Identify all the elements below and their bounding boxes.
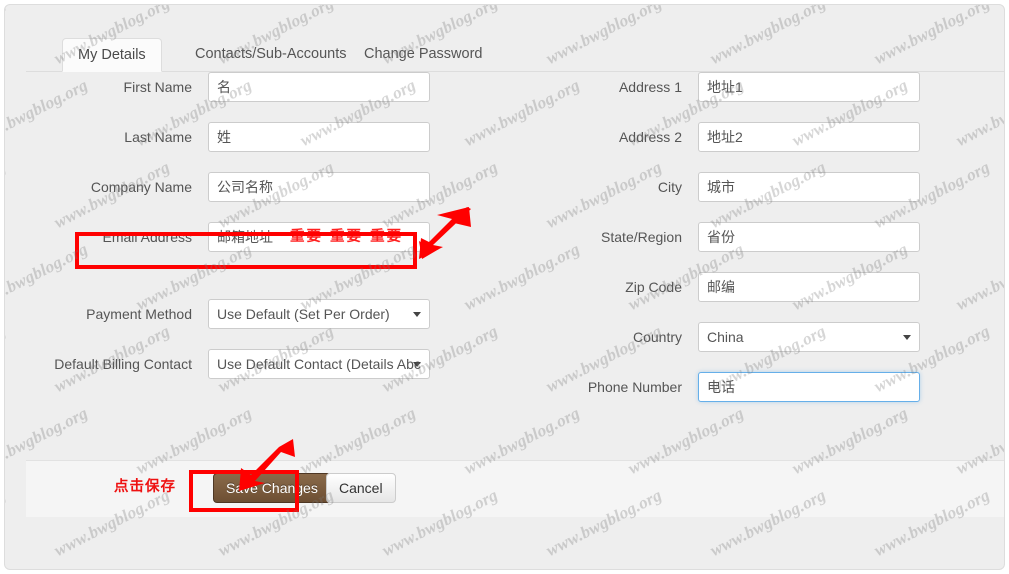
label-city: City [657, 179, 682, 195]
label-phone-number: Phone Number [587, 379, 682, 395]
address-2-input[interactable] [698, 122, 920, 152]
control-address-2 [698, 122, 920, 152]
payment-method-select[interactable]: Use Default (Set Per Order) [208, 299, 430, 329]
account-details-panel: My Details Contacts/Sub-Accounts Change … [4, 4, 1005, 570]
cancel-button[interactable]: Cancel [326, 473, 396, 503]
watermark-text: www.bwgblog.org [297, 567, 419, 569]
field-row-first-name: First Name [26, 72, 466, 102]
tab-change-password-label: Change Password [364, 46, 483, 62]
watermark-text: www.bwgblog.org [461, 567, 583, 569]
control-company-name [208, 172, 430, 202]
payment-method-value: Use Default (Set Per Order) [217, 306, 390, 322]
field-row-last-name: Last Name [26, 122, 466, 152]
company-name-input[interactable] [208, 172, 430, 202]
field-row-payment-method: Payment Method Use Default (Set Per Orde… [26, 299, 466, 329]
default-billing-contact-value: Use Default Contact (Details Abc [217, 356, 421, 372]
save-annotation-text: 点击保存 [114, 479, 176, 495]
watermark-text: www.bwgblog.org [4, 485, 9, 560]
tab-my-details[interactable]: My Details [62, 38, 162, 72]
watermark-text: www.bwgblog.org [4, 4, 9, 68]
chevron-down-icon [903, 335, 911, 340]
field-row-company-name: Company Name [26, 172, 466, 202]
label-last-name: Last Name [124, 129, 192, 145]
default-billing-contact-select[interactable]: Use Default Contact (Details Abc [208, 349, 430, 379]
field-row-email-address: Email Address 重要 重要 重要 [26, 222, 466, 252]
tab-contacts-sub-accounts[interactable]: Contacts/Sub-Accounts [180, 38, 362, 72]
first-name-input[interactable] [208, 72, 430, 102]
screenshot-root: My Details Contacts/Sub-Accounts Change … [0, 0, 1009, 574]
field-row-zip-code: Zip Code [516, 272, 956, 302]
email-address-input[interactable] [208, 222, 430, 252]
city-input[interactable] [698, 172, 920, 202]
label-zip-code: Zip Code [625, 279, 682, 295]
field-row-address-1: Address 1 [516, 72, 956, 102]
field-row-default-billing-contact: Default Billing Contact Use Default Cont… [26, 349, 466, 379]
control-default-billing-contact: Use Default Contact (Details Abc [208, 349, 430, 379]
label-payment-method: Payment Method [86, 306, 192, 322]
label-country: Country [632, 329, 682, 345]
label-address-2: Address 2 [618, 129, 682, 145]
form-footer: 点击保存 Save Changes Cancel [26, 460, 1004, 517]
form-column-left: First Name Last Name Company Name [26, 72, 466, 399]
control-email-address: 重要 重要 重要 [208, 222, 430, 252]
watermark-text: www.bwgblog.org [4, 321, 9, 396]
tab-my-details-label: My Details [78, 47, 146, 63]
label-first-name: First Name [123, 79, 192, 95]
form-column-right: Address 1 Address 2 City [516, 72, 956, 422]
label-address-1: Address 1 [618, 79, 682, 95]
control-first-name [208, 72, 430, 102]
tab-contacts-sub-accounts-label: Contacts/Sub-Accounts [195, 46, 347, 62]
address-1-input[interactable] [698, 72, 920, 102]
control-phone-number [698, 372, 920, 402]
save-changes-label: Save Changes [226, 480, 318, 496]
field-row-country: Country China [516, 322, 956, 352]
control-country: China [698, 322, 920, 352]
phone-number-input[interactable] [698, 372, 920, 402]
field-row-city: City [516, 172, 956, 202]
watermark-text: www.bwgblog.org [625, 567, 747, 569]
tab-bar: My Details Contacts/Sub-Accounts Change … [26, 38, 1004, 72]
field-row-state-region: State/Region [516, 222, 956, 252]
control-zip-code [698, 272, 920, 302]
control-city [698, 172, 920, 202]
watermark-text: www.bwgblog.org [133, 567, 255, 569]
label-email-address: Email Address [102, 229, 192, 245]
state-region-input[interactable] [698, 222, 920, 252]
chevron-down-icon [413, 362, 421, 367]
country-value: China [707, 329, 744, 345]
watermark-text: www.bwgblog.org [789, 567, 911, 569]
control-last-name [208, 122, 430, 152]
last-name-input[interactable] [208, 122, 430, 152]
watermark-text: www.bwgblog.org [953, 567, 1004, 569]
country-select[interactable]: China [698, 322, 920, 352]
control-address-1 [698, 72, 920, 102]
watermark-text: www.bwgblog.org [4, 157, 9, 232]
field-row-address-2: Address 2 [516, 122, 956, 152]
cancel-label: Cancel [339, 480, 383, 496]
watermark-text: www.bwgblog.org [5, 567, 91, 569]
control-payment-method: Use Default (Set Per Order) [208, 299, 430, 329]
zip-code-input[interactable] [698, 272, 920, 302]
details-form: First Name Last Name Company Name [26, 72, 1004, 459]
tab-change-password[interactable]: Change Password [349, 38, 498, 72]
label-state-region: State/Region [601, 229, 682, 245]
chevron-down-icon [413, 312, 421, 317]
label-default-billing-contact: Default Billing Contact [54, 356, 192, 372]
label-company-name: Company Name [90, 179, 192, 195]
control-state-region [698, 222, 920, 252]
save-changes-button[interactable]: Save Changes [213, 473, 331, 503]
field-row-phone-number: Phone Number [516, 372, 956, 402]
